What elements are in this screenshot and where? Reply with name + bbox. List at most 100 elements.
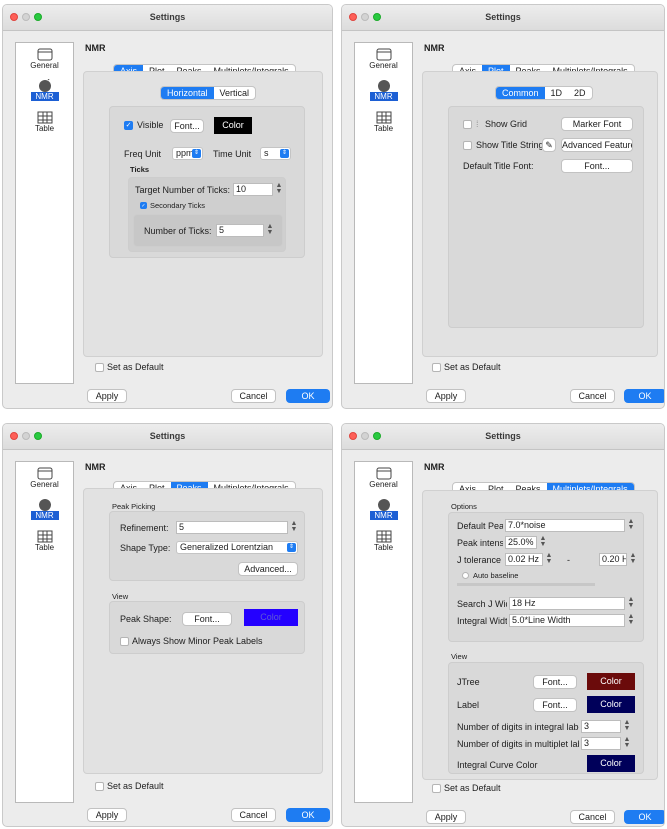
cancel-button[interactable]: Cancel xyxy=(231,808,276,822)
secondary-ticks-checkbox[interactable]: ✓ xyxy=(140,202,147,209)
sidebar-item-nmr[interactable]: NMR xyxy=(16,498,73,520)
sidebar-item-nmr[interactable]: NMR xyxy=(16,79,73,101)
visible-checkbox[interactable]: ✓ xyxy=(124,121,133,130)
target-ticks-input[interactable]: 10 xyxy=(233,183,273,196)
number-ticks-input[interactable]: 5 xyxy=(216,224,264,237)
apply-button[interactable]: Apply xyxy=(426,389,466,403)
axis-direction-segment: Horizontal Vertical xyxy=(160,86,257,100)
number-ticks-stepper[interactable]: ▲ ▼ xyxy=(266,223,274,237)
time-unit-select[interactable]: s ⇕ xyxy=(260,147,291,160)
peak-intensity-label: Peak intensity xyxy=(457,538,503,548)
sidebar-item-nmr[interactable]: NMR xyxy=(355,498,412,520)
sidebar-item-general[interactable]: General xyxy=(16,467,73,489)
sidebar-item-table[interactable]: Table xyxy=(16,530,73,552)
set-default-checkbox[interactable] xyxy=(95,363,104,372)
refinement-input[interactable]: 5 xyxy=(176,521,288,534)
default-peak-stepper[interactable]: ▲ ▼ xyxy=(627,518,635,532)
show-title-checkbox[interactable] xyxy=(463,141,472,150)
j-tolerance-max-input[interactable]: 0.20 Hz xyxy=(599,553,627,566)
j-tolerance-min-stepper[interactable]: ▲ ▼ xyxy=(545,552,553,566)
segment-2d[interactable]: 2D xyxy=(568,87,592,99)
view-heading: View xyxy=(451,652,468,661)
title-bar: Settings xyxy=(3,424,332,450)
peak-font-button[interactable]: Font... xyxy=(182,612,232,626)
time-unit-label: Time Unit xyxy=(213,149,252,159)
integral-curve-color-button[interactable]: Color xyxy=(587,755,635,772)
freq-unit-select[interactable]: ppm ⇕ xyxy=(172,147,203,160)
peaks-advanced-button[interactable]: Advanced... xyxy=(238,562,298,576)
j-tolerance-min-input[interactable]: 0.02 Hz xyxy=(505,553,543,566)
grid-icon: ⁞ xyxy=(476,119,479,129)
digits-integral-input[interactable]: 3 xyxy=(581,720,621,733)
axis-font-button[interactable]: Font... xyxy=(170,119,204,133)
section-title: NMR xyxy=(85,462,106,472)
peak-intensity-input[interactable]: 25.0% xyxy=(505,536,537,549)
sidebar-item-general[interactable]: General xyxy=(355,467,412,489)
peak-color-button[interactable]: Color xyxy=(244,609,298,626)
default-peak-label: Default Peak xyxy=(457,521,503,531)
ok-button[interactable]: OK xyxy=(286,808,330,822)
set-default-checkbox[interactable] xyxy=(432,363,441,372)
label-color-button[interactable]: Color xyxy=(587,696,635,713)
axis-color-button[interactable]: Color xyxy=(214,117,252,134)
set-default-checkbox[interactable] xyxy=(432,784,441,793)
search-j-width-input[interactable]: 18 Hz xyxy=(509,597,625,610)
sidebar-item-nmr[interactable]: NMR xyxy=(355,79,412,101)
ok-button[interactable]: OK xyxy=(286,389,330,403)
set-default-checkbox[interactable] xyxy=(95,782,104,791)
apply-button[interactable]: Apply xyxy=(426,810,466,824)
digits-multiplet-input[interactable]: 3 xyxy=(581,737,621,750)
search-j-width-stepper[interactable]: ▲ ▼ xyxy=(627,596,635,610)
chevron-updown-icon: ⇕ xyxy=(280,149,289,158)
sidebar-item-general[interactable]: General xyxy=(16,48,73,70)
digits-multiplet-stepper[interactable]: ▲ ▼ xyxy=(623,736,631,750)
refinement-stepper[interactable]: ▲ ▼ xyxy=(290,520,298,534)
integral-width-stepper[interactable]: ▲ ▼ xyxy=(627,613,635,627)
segment-common[interactable]: Common xyxy=(496,87,545,99)
nmr-magnet-icon xyxy=(377,80,390,92)
digits-multiplet-label: Number of digits in multiplet labels xyxy=(457,739,579,749)
target-ticks-stepper[interactable]: ▲ ▼ xyxy=(275,182,283,196)
jtree-font-button[interactable]: Font... xyxy=(533,675,577,689)
label-font-button[interactable]: Font... xyxy=(533,698,577,712)
section-title: NMR xyxy=(424,43,445,53)
j-tolerance-max-stepper[interactable]: ▲ ▼ xyxy=(629,552,637,566)
integral-width-input[interactable]: 5.0*Line Width xyxy=(509,614,625,627)
peak-intensity-stepper[interactable]: ▲ ▼ xyxy=(539,535,547,549)
window-title: Settings xyxy=(485,431,521,441)
peaks-view-group: Peak Shape: Font... Color Always Show Mi… xyxy=(109,601,305,654)
jtree-color-button[interactable]: Color xyxy=(587,673,635,690)
advanced-features-button[interactable]: Advanced Features xyxy=(561,138,633,152)
digits-integral-stepper[interactable]: ▲ ▼ xyxy=(623,719,631,733)
sidebar-item-general[interactable]: General xyxy=(355,48,412,70)
ok-button[interactable]: OK xyxy=(624,389,664,403)
table-icon xyxy=(376,111,391,124)
refinement-label: Refinement: xyxy=(120,523,169,533)
cancel-button[interactable]: Cancel xyxy=(570,389,615,403)
settings-sidebar: General NMR Table xyxy=(15,461,74,803)
apply-button[interactable]: Apply xyxy=(87,389,127,403)
sidebar-item-table[interactable]: Table xyxy=(355,111,412,133)
ok-button[interactable]: OK xyxy=(624,810,664,824)
settings-window-peaks: Settings General NMR Table NMR AxisPlotP… xyxy=(2,423,333,827)
minor-peak-labels-checkbox[interactable] xyxy=(120,637,129,646)
default-peak-input[interactable]: 7.0*noise xyxy=(505,519,625,532)
segment-horizontal[interactable]: Horizontal xyxy=(161,87,214,99)
show-grid-checkbox[interactable] xyxy=(463,120,472,129)
cancel-button[interactable]: Cancel xyxy=(570,810,615,824)
segment-1d[interactable]: 1D xyxy=(545,87,569,99)
auto-baseline-checkbox[interactable] xyxy=(462,572,469,579)
edit-title-button[interactable]: ✎ xyxy=(542,138,556,152)
axis-settings-group: ✓ Visible Font... Color Freq Unit ppm ⇕ T… xyxy=(109,106,305,258)
default-title-font-label: Default Title Font: xyxy=(463,161,534,171)
window-icon xyxy=(376,467,391,480)
sidebar-item-table[interactable]: Table xyxy=(355,530,412,552)
shape-type-select[interactable]: Generalized Lorentzian ⇕ xyxy=(176,541,298,554)
marker-font-button[interactable]: Marker Font xyxy=(561,117,633,131)
segment-vertical[interactable]: Vertical xyxy=(214,87,256,99)
view-heading: View xyxy=(112,592,129,601)
title-font-button[interactable]: Font... xyxy=(561,159,633,173)
sidebar-item-table[interactable]: Table xyxy=(16,111,73,133)
apply-button[interactable]: Apply xyxy=(87,808,127,822)
cancel-button[interactable]: Cancel xyxy=(231,389,276,403)
